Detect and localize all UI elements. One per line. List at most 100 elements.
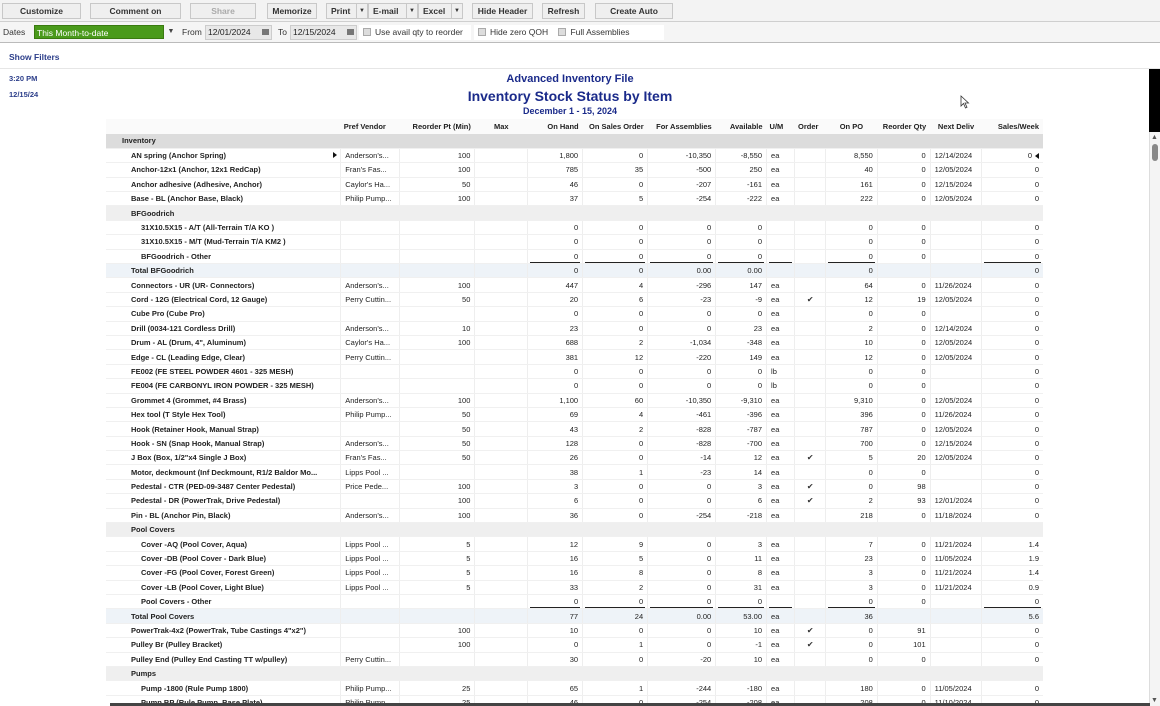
- cell-po: 9,310: [824, 393, 878, 408]
- calendar-icon[interactable]: [347, 29, 354, 35]
- table-row[interactable]: Drum - AL (Drum, 4", Aluminum) Caylor's H…: [106, 335, 1043, 351]
- cell-min: [399, 306, 475, 322]
- table-row[interactable]: Anchor-12x1 (Anchor, 12x1 RedCap) Fran's …: [106, 162, 1043, 178]
- section-row[interactable]: Pumps: [106, 666, 1043, 682]
- column-header[interactable]: On Hand: [527, 119, 583, 134]
- table-row[interactable]: Hex tool (T Style Hex Tool) Philip Pump..…: [106, 407, 1043, 423]
- table-row[interactable]: Cover -LB (Pool Cover, Light Blue) Lipps …: [106, 580, 1043, 596]
- total-row[interactable]: Total BFGoodrich 0 0 0.00 0.00 0 0: [106, 263, 1043, 279]
- table-row[interactable]: Pedestal - DR (PowerTrak, Drive Pedestal…: [106, 493, 1043, 509]
- column-header[interactable]: Sales/Week: [981, 119, 1043, 134]
- table-row[interactable]: BFGoodrich - Other 0 0 0 0 0 0 0: [106, 249, 1043, 265]
- column-header[interactable]: Pref Vendor: [340, 119, 400, 134]
- hide-zero-qoh-checkbox[interactable]: Hide zero QOH Full Assemblies: [474, 25, 664, 40]
- to-date-input[interactable]: 12/15/2024: [290, 25, 357, 40]
- column-header[interactable]: For Assemblies: [647, 119, 716, 134]
- section-row[interactable]: Pool Covers: [106, 522, 1043, 538]
- table-row[interactable]: FE002 (FE STEEL POWDER 4601 - 325 MESH) 0…: [106, 364, 1043, 380]
- comment-on-report-button[interactable]: Comment on Report: [90, 3, 181, 30]
- create-auto-pos-button[interactable]: Create Auto PO's: [595, 3, 673, 30]
- dates-dropdown[interactable]: This Month-to-date: [34, 25, 164, 39]
- table-row[interactable]: Pedestal - CTR (PED-09-3487 Center Pedes…: [106, 479, 1043, 495]
- table-row[interactable]: Grommet 4 (Grommet, #4 Brass) Anderson's.…: [106, 393, 1043, 408]
- table-row[interactable]: Pool Covers - Other 0 0 0 0 0 0 0: [106, 594, 1043, 610]
- cell-value: 0: [638, 251, 644, 261]
- table-row[interactable]: Cover -AQ (Pool Cover, Aqua) Lipps Pool .…: [106, 536, 1043, 552]
- empty-cell: [766, 666, 795, 682]
- cell-value: 0: [757, 237, 763, 247]
- cell-value: ea: [771, 179, 780, 189]
- customize-report-button[interactable]: Customize Report: [2, 3, 81, 30]
- scroll-up-icon[interactable]: ▲: [1151, 134, 1158, 141]
- cell-vendor: [340, 421, 400, 437]
- total-row[interactable]: Total Pool Covers 77 24 0.00 53.00 ea 36 5.6: [106, 608, 1043, 624]
- table-row[interactable]: Cover -DB (Pool Cover - Dark Blue) Lipps …: [106, 551, 1043, 567]
- table-row[interactable]: Base - BL (Anchor Base, Black) Philip Pum…: [106, 191, 1043, 207]
- cell-value: 0: [1034, 482, 1039, 492]
- column-header[interactable]: Reorder Pt (Min): [399, 119, 475, 134]
- checkbox-icon[interactable]: [363, 28, 371, 36]
- cell-max: [474, 277, 528, 293]
- scrollbar-thumb[interactable]: [1152, 144, 1158, 161]
- full-assemblies-checkbox[interactable]: [558, 28, 567, 36]
- table-row[interactable]: Drill (0034-121 Cordless Drill) Anderson'…: [106, 321, 1043, 336]
- cell-asm: -23: [647, 464, 716, 480]
- memorize-button[interactable]: Memorize: [267, 3, 317, 19]
- email-dropdown-icon[interactable]: ▼: [406, 4, 417, 18]
- table-row[interactable]: Connectors - UR (UR- Connectors) Anderson…: [106, 277, 1043, 293]
- checkbox-icon[interactable]: [478, 28, 486, 36]
- scroll-down-icon[interactable]: ▼: [1151, 697, 1158, 704]
- column-header[interactable]: Order: [794, 119, 826, 134]
- cell-value: 25: [462, 683, 471, 693]
- table-row[interactable]: Pin - BL (Anchor Pin, Black) Anderson's..…: [106, 508, 1043, 524]
- table-row[interactable]: Edge - CL (Leading Edge, Clear) Perry Cut…: [106, 349, 1043, 365]
- show-filters-link[interactable]: Show Filters: [9, 52, 60, 62]
- column-header[interactable]: On PO: [825, 119, 878, 134]
- column-header[interactable]: [106, 119, 341, 134]
- cell-so: 4: [582, 277, 648, 293]
- excel-button[interactable]: Excel ▼: [418, 3, 463, 19]
- from-date-input[interactable]: 12/01/2024: [205, 25, 272, 40]
- column-header[interactable]: On Sales Order: [582, 119, 648, 134]
- cell-deliv: 12/14/2024: [929, 148, 982, 164]
- share-template-button[interactable]: Share Template: [190, 3, 256, 30]
- table-row[interactable]: Hook (Retainer Hook, Manual Strap) 50 43 2 -…: [106, 421, 1043, 437]
- table-row[interactable]: Cover -FG (Pool Cover, Forest Green) Lipp…: [106, 565, 1043, 581]
- hide-header-button[interactable]: Hide Header: [472, 3, 533, 19]
- calendar-icon[interactable]: [262, 29, 269, 35]
- table-row[interactable]: Pump -1800 (Rule Pump 1800) Philip Pump..…: [106, 680, 1043, 696]
- email-button[interactable]: E-mail ▼: [368, 3, 418, 19]
- excel-dropdown-icon[interactable]: ▼: [451, 4, 462, 18]
- table-row[interactable]: 31X10.5X15 - A/T (All-Terrain T/A KO ) 0 0…: [106, 220, 1043, 236]
- table-row[interactable]: AN spring (Anchor Spring) Anderson's... 10…: [106, 148, 1043, 164]
- cell-asm: -828: [647, 421, 716, 437]
- column-header[interactable]: Available: [715, 119, 767, 134]
- table-row[interactable]: FE004 (FE CARBONYL IRON POWDER - 325 MES…: [106, 378, 1043, 394]
- table-row[interactable]: Motor, deckmount (Inf Deckmount, R1/2 Ba…: [106, 464, 1043, 480]
- use-avail-qty-checkbox[interactable]: Use avail qty to reorder: [359, 25, 471, 40]
- table-row[interactable]: J Box (Box, 1/2"x4 Single J Box) Fran's F…: [106, 450, 1043, 466]
- table-row[interactable]: Pulley Br (Pulley Bracket) 100 0 1 0 -1 ea ✔ 0 10…: [106, 637, 1043, 653]
- cell-value: -396: [747, 410, 763, 420]
- table-row[interactable]: Pulley End (Pulley End Casting TT w/pull…: [106, 652, 1043, 667]
- column-header[interactable]: Next Deliv: [930, 119, 982, 134]
- cell-so: 4: [582, 407, 648, 423]
- section-row[interactable]: Inventory: [106, 134, 1043, 149]
- section-row[interactable]: BFGoodrich: [106, 205, 1043, 221]
- print-button[interactable]: Print ▼: [326, 3, 368, 19]
- column-header[interactable]: Reorder Qty: [877, 119, 931, 134]
- table-row[interactable]: Cord - 12G (Electrical Cord, 12 Gauge) Pe…: [106, 292, 1043, 308]
- table-row[interactable]: Cube Pro (Cube Pro) 0 0 0 0 ea 0 0 0: [106, 306, 1043, 322]
- refresh-button[interactable]: Refresh: [542, 3, 585, 19]
- cell-max: [474, 191, 528, 207]
- table-row[interactable]: 31X10.5X15 - M/T (Mud-Terrain T/A KM2 ) 0…: [106, 234, 1043, 250]
- table-row[interactable]: Anchor adhesive (Adhesive, Anchor) Caylor…: [106, 177, 1043, 193]
- column-header[interactable]: Max: [474, 119, 528, 134]
- print-dropdown-icon[interactable]: ▼: [356, 4, 367, 18]
- column-header[interactable]: U/M: [766, 119, 795, 134]
- vertical-scrollbar[interactable]: ▲ ▼: [1149, 132, 1160, 706]
- cell-avail: 147: [715, 277, 767, 293]
- table-row[interactable]: PowerTrak-4x2 (PowerTrak, Tube Castings …: [106, 623, 1043, 639]
- dates-dropdown-arrow-icon[interactable]: ▼: [165, 25, 177, 39]
- table-row[interactable]: Hook - SN (Snap Hook, Manual Strap) Ander…: [106, 436, 1043, 452]
